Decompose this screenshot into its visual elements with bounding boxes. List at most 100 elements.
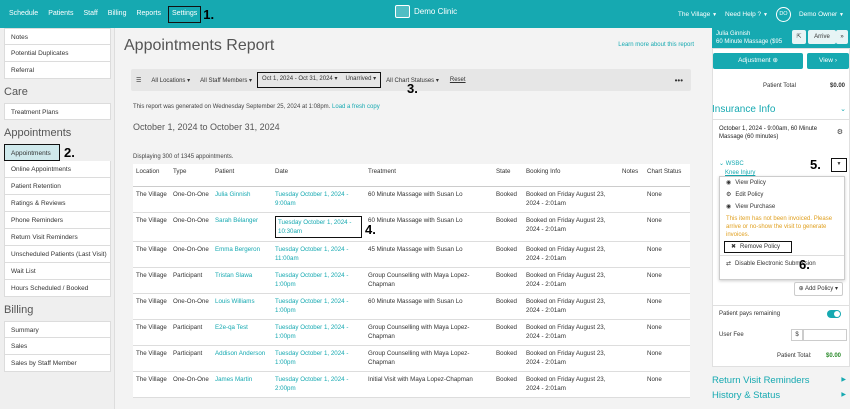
edit-policy-item[interactable]: ⚙ Edit Policy xyxy=(720,189,844,201)
arrive-button[interactable]: Arrive xyxy=(808,30,836,44)
row-patient[interactable]: Sarah Bélanger xyxy=(212,212,272,242)
sidebar-item-sales-by-staff[interactable]: Sales by Staff Member xyxy=(4,355,111,372)
row-treatment: Initial Visit with Maya Lopez-Chapman xyxy=(365,371,493,398)
chevron-right-icon[interactable]: ▶ xyxy=(841,391,846,398)
status-filter[interactable]: Unarrived ▾ xyxy=(345,73,376,87)
view-policy-item[interactable]: ◉ View Policy xyxy=(720,177,844,189)
row-chart-status: None xyxy=(644,267,690,294)
help-dropdown[interactable]: Need Help ? ▼ xyxy=(725,11,768,18)
plus-icon: ⊕ xyxy=(772,57,778,64)
row-date[interactable]: Tuesday October 1, 2024 - 1:00pm xyxy=(272,293,365,320)
row-patient[interactable]: Louis Williams xyxy=(212,293,272,320)
sidebar-item-summary[interactable]: Summary xyxy=(4,321,111,338)
chevron-down-icon[interactable]: ⌄ xyxy=(840,105,846,113)
fresh-copy-link[interactable]: Load a fresh copy xyxy=(332,104,380,110)
date-range-filter[interactable]: Oct 1, 2024 - Oct 31, 2024 ▾ xyxy=(262,73,337,87)
nav-schedule[interactable]: Schedule xyxy=(4,0,43,28)
col-treatment: Treatment xyxy=(365,164,493,187)
nav-staff[interactable]: Staff xyxy=(79,0,103,28)
view-purchase-label: View Purchase xyxy=(735,204,776,210)
sidebar-item-phone-reminders[interactable]: Phone Reminders xyxy=(4,212,111,229)
patient-balance-value: $0.00 xyxy=(829,83,845,89)
row-date[interactable]: Tuesday October 1, 2024 - 1:00pm xyxy=(272,345,365,372)
step-6-marker: 6. xyxy=(799,257,810,272)
disable-submission-item[interactable]: ⇄ Disable Electronic Submission xyxy=(720,258,844,270)
sidebar-item-appointments[interactable]: Appointments xyxy=(4,144,60,161)
add-policy-button[interactable]: ⊕ Add Policy ▾ xyxy=(793,282,843,296)
staff-filter[interactable]: All Staff Members ▾ xyxy=(195,77,257,84)
user-fee-input[interactable] xyxy=(803,329,847,341)
row-treatment: Group Counselling with Maya Lopez-Chapma… xyxy=(365,267,493,294)
view-purchase-item[interactable]: ◉ View Purchase xyxy=(720,201,844,213)
sidebar-item-ratings-reviews[interactable]: Ratings & Reviews xyxy=(4,195,111,212)
location-dropdown[interactable]: The Village ▼ xyxy=(678,11,717,18)
dollar-prefix: $ xyxy=(791,329,803,341)
pin-icon[interactable]: ⇱ xyxy=(792,30,806,44)
location-label: The Village xyxy=(677,10,711,18)
sidebar-section-care: Care xyxy=(4,86,28,98)
user-dropdown[interactable]: Demo Owner ▼ xyxy=(799,11,844,18)
nav-patients[interactable]: Patients xyxy=(43,0,78,28)
sidebar-item-return-visit-reminders[interactable]: Return Visit Reminders xyxy=(4,229,111,246)
clinic-brand[interactable]: Demo Clinic xyxy=(395,5,457,18)
row-location: The Village xyxy=(133,212,170,242)
row-chart-status: None xyxy=(644,293,690,320)
row-patient[interactable]: E2e-qa Test xyxy=(212,319,272,346)
col-patient: Patient xyxy=(212,164,272,187)
row-patient[interactable]: Emma Bergeron xyxy=(212,241,272,268)
return-visit-reminders-heading[interactable]: Return Visit Reminders xyxy=(712,375,810,386)
row-date[interactable]: Tuesday October 1, 2024 - 11:00am xyxy=(272,241,365,268)
sidebar-item-unscheduled-patients[interactable]: Unscheduled Patients (Last Visit) xyxy=(4,246,111,263)
row-patient[interactable]: James Martin xyxy=(212,371,272,398)
row-date[interactable]: Tuesday October 1, 2024 - 1:00pm xyxy=(272,319,365,346)
row-date[interactable]: Tuesday October 1, 2024 - 2:00pm xyxy=(272,371,365,398)
row-state: Booked xyxy=(493,267,523,294)
row-date[interactable]: Tuesday October 1, 2024 - 9:00am xyxy=(272,186,365,213)
remove-policy-item[interactable]: ✖ Remove Policy xyxy=(724,241,792,253)
nav-reports[interactable]: Reports xyxy=(131,0,166,28)
sidebar-item-potential-duplicates[interactable]: Potential Duplicates xyxy=(4,45,111,62)
policy-options-dropdown[interactable]: ▼ xyxy=(831,158,847,172)
sidebar-item-wait-list[interactable]: Wait List xyxy=(4,263,111,280)
eye-icon: ◉ xyxy=(726,180,732,186)
row-date[interactable]: Tuesday October 1, 2024 - 1:00pm xyxy=(272,267,365,294)
sidebar-item-sales[interactable]: Sales xyxy=(4,338,111,355)
row-booking-info: Booked on Friday August 23, 2024 - 2:01a… xyxy=(523,212,619,242)
reports-sidebar: Notes Potential Duplicates Referral Care… xyxy=(0,28,115,409)
gear-icon[interactable]: ⚙ xyxy=(837,128,843,136)
avatar[interactable]: DO xyxy=(775,6,791,22)
row-patient[interactable]: Julia Ginnish xyxy=(212,186,272,213)
sidebar-item-referral[interactable]: Referral xyxy=(4,62,111,79)
pays-remaining-toggle[interactable] xyxy=(827,310,841,318)
history-status-heading[interactable]: History & Status xyxy=(712,390,780,401)
sliders-icon[interactable]: ☰ xyxy=(131,77,146,84)
status-filter-label: Unarrived xyxy=(345,76,372,82)
more-options-icon[interactable]: ••• xyxy=(675,76,691,85)
adjustment-button[interactable]: Adjustment ⊕ xyxy=(713,53,803,69)
row-location: The Village xyxy=(133,267,170,294)
nav-settings[interactable]: Settings xyxy=(167,5,202,23)
sidebar-item-notes[interactable]: Notes xyxy=(4,28,111,45)
reset-filters-link[interactable]: Reset xyxy=(444,77,466,83)
nav-billing[interactable]: Billing xyxy=(103,0,132,28)
highlighted-date-link[interactable]: Tuesday October 1, 2024 - 10:30am xyxy=(275,215,362,238)
chevron-down-icon: ▾ xyxy=(187,77,191,84)
chevron-down-icon: ▾ xyxy=(373,76,377,82)
sidebar-item-treatment-plans[interactable]: Treatment Plans xyxy=(4,103,111,120)
row-patient[interactable]: Tristan Slawa xyxy=(212,267,272,294)
insurance-info-heading[interactable]: Insurance Info xyxy=(712,104,775,115)
locations-filter[interactable]: All Locations ▾ xyxy=(146,77,195,84)
row-type: One-On-One xyxy=(170,293,212,320)
row-notes xyxy=(619,345,644,372)
row-date[interactable]: Tuesday October 1, 2024 - 10:30am xyxy=(272,212,365,242)
sidebar-item-patient-retention[interactable]: Patient Retention xyxy=(4,178,111,195)
row-patient[interactable]: Addison Anderson xyxy=(212,345,272,372)
sidebar-item-hours-scheduled[interactable]: Hours Scheduled / Booked xyxy=(4,280,111,297)
learn-more-link[interactable]: Learn more about this report xyxy=(618,42,694,48)
sidebar-item-online-appointments[interactable]: Online Appointments xyxy=(4,161,111,178)
row-chart-status: None xyxy=(644,186,690,213)
chevron-right-icon[interactable]: ▶ xyxy=(841,376,846,383)
row-type: Participant xyxy=(170,267,212,294)
view-button[interactable]: View › xyxy=(807,53,849,69)
collapse-icon[interactable]: » xyxy=(836,30,848,44)
